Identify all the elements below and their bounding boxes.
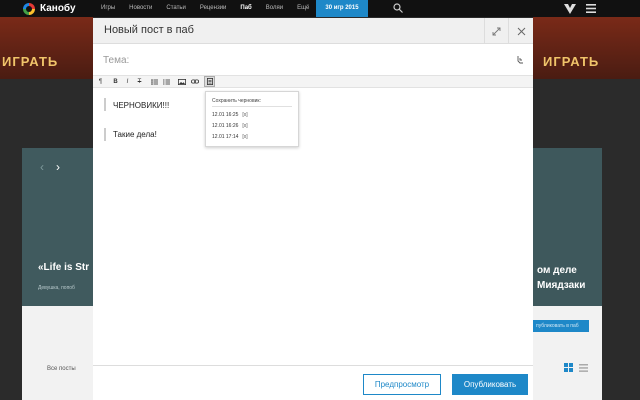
ad-banner-left[interactable]: ИГРАТЬ: [0, 17, 93, 79]
nav-item-volyai[interactable]: Воляи: [259, 0, 290, 17]
carousel-prev-icon[interactable]: ‹: [40, 160, 44, 174]
search-icon[interactable]: [393, 3, 403, 13]
drafts-title: Сохранить черновик:: [212, 98, 261, 104]
menu-icon[interactable]: [586, 4, 596, 13]
draft-delete-button[interactable]: [x]: [242, 134, 247, 140]
expand-button[interactable]: [484, 18, 508, 44]
nav-item-articles[interactable]: Статьи: [159, 0, 192, 17]
numbered-list-icon[interactable]: [161, 76, 172, 87]
featured-title-right-1: ом деле: [537, 265, 577, 276]
italic-icon[interactable]: I: [122, 76, 133, 87]
content-area-left: [22, 306, 94, 400]
close-button[interactable]: [508, 18, 533, 44]
draft-item[interactable]: 12.01 16:25 [x]: [212, 112, 248, 118]
nav-item-more[interactable]: Ещё: [290, 0, 316, 17]
top-navigation-bar: Канобу Игры Новости Статьи Рецензии Паб …: [0, 0, 640, 17]
close-icon: [517, 27, 525, 35]
preview-button[interactable]: Предпросмотр: [363, 374, 441, 395]
editor-paragraph-1[interactable]: ЧЕРНОВИКИ!!!: [113, 101, 169, 110]
draft-time[interactable]: 12.01 17:14: [212, 134, 238, 140]
list-view-icon[interactable]: [579, 364, 588, 372]
bullet-list-icon[interactable]: [149, 76, 160, 87]
main-nav: Игры Новости Статьи Рецензии Паб Воляи Е…: [94, 0, 368, 17]
logo-text: Канобу: [40, 3, 76, 14]
featured-subtitle-left: Девушка, попоб: [38, 285, 75, 291]
strikethrough-icon[interactable]: T: [134, 76, 145, 87]
nav-item-promo[interactable]: 30 игр 2015: [316, 0, 368, 17]
featured-title-left: «Life is Str: [38, 262, 90, 273]
ad-banner-left-text: ИГРАТЬ: [2, 54, 59, 69]
expand-icon: [492, 27, 501, 35]
paragraph-marker: [104, 128, 106, 141]
logo-icon: [23, 2, 35, 15]
draft-item[interactable]: 12.01 17:14 [x]: [212, 134, 248, 140]
nav-item-news[interactable]: Новости: [122, 0, 159, 17]
subject-row: [93, 45, 533, 75]
modal-footer: Предпросмотр Опубликовать: [93, 365, 533, 400]
all-posts-tab[interactable]: Все посты: [47, 366, 76, 372]
ad-banner-right-text: ИГРАТЬ: [543, 54, 600, 69]
modal-title: Новый пост в паб: [104, 24, 194, 36]
image-icon[interactable]: [176, 76, 187, 87]
paragraph-marker: [104, 98, 106, 111]
publish-to-pub-link[interactable]: публиковать в паб: [533, 320, 589, 332]
draft-time[interactable]: 12.01 16:25: [212, 112, 238, 118]
paragraph-icon[interactable]: ¶: [95, 76, 106, 87]
link-icon[interactable]: [189, 76, 200, 87]
editor-paragraph-2[interactable]: Такие дела!: [113, 130, 157, 139]
nav-item-games[interactable]: Игры: [94, 0, 122, 17]
editor-toolbar: ¶ B I T: [93, 75, 533, 88]
drafts-icon[interactable]: [204, 76, 215, 87]
brand-icon[interactable]: [564, 3, 576, 14]
attach-icon[interactable]: [516, 55, 525, 64]
drafts-divider: [212, 106, 292, 107]
modal-header: Новый пост в паб: [93, 18, 533, 44]
draft-delete-button[interactable]: [x]: [242, 123, 247, 129]
subject-input[interactable]: [103, 53, 483, 67]
nav-item-pub[interactable]: Паб: [233, 0, 258, 17]
drafts-dropdown: Сохранить черновик: 12.01 16:25 [x] 12.0…: [205, 91, 299, 147]
bold-icon[interactable]: B: [110, 76, 121, 87]
grid-view-icon[interactable]: [564, 363, 573, 372]
draft-delete-button[interactable]: [x]: [242, 112, 247, 118]
featured-title-right-2: Миядзаки: [537, 280, 586, 291]
carousel-next-icon[interactable]: ›: [56, 160, 60, 174]
draft-item[interactable]: 12.01 16:26 [x]: [212, 123, 248, 129]
site-logo[interactable]: Канобу: [23, 1, 76, 16]
publish-button[interactable]: Опубликовать: [452, 374, 528, 395]
draft-time[interactable]: 12.01 16:26: [212, 123, 238, 129]
nav-item-reviews[interactable]: Рецензии: [193, 0, 234, 17]
ad-banner-right[interactable]: ИГРАТЬ: [533, 17, 640, 79]
new-post-modal: Новый пост в паб ¶ B I T: [93, 18, 533, 400]
